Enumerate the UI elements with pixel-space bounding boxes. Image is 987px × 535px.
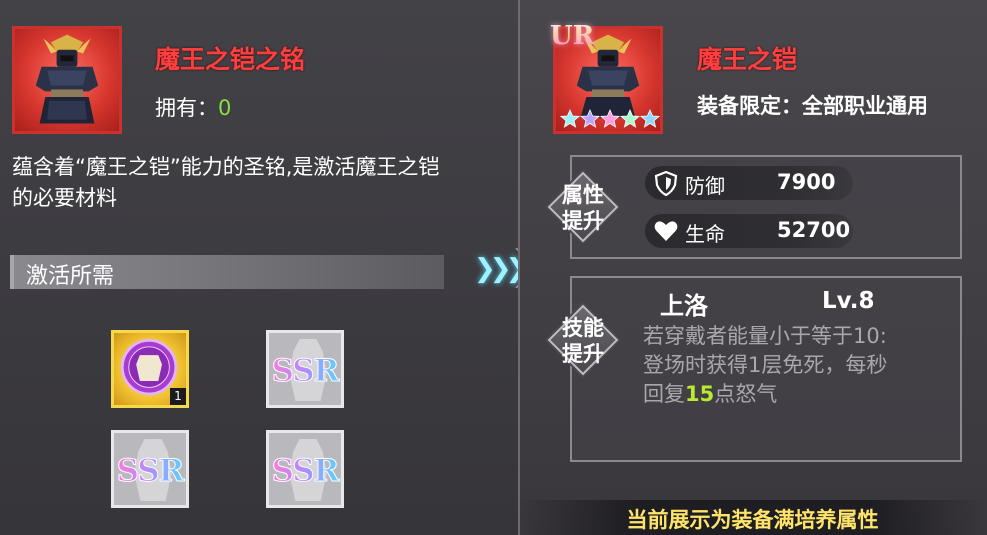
skill-level: Lv.8 <box>822 288 875 314</box>
footer-note-bar: 当前展示为装备满培养属性 <box>518 500 987 535</box>
star-rating <box>560 109 660 129</box>
star-icon <box>560 109 580 128</box>
stat-value: 52700 <box>777 218 851 242</box>
equipment-item-icon[interactable]: UR <box>550 21 663 134</box>
footer-note: 当前展示为装备满培养属性 <box>626 508 879 532</box>
stat-defense: 防御 7900 <box>645 166 853 200</box>
star-icon <box>640 109 660 128</box>
attribute-section-label: 属性 提升 <box>548 182 618 234</box>
limit-value: 全部职业通用 <box>802 94 928 118</box>
skill-label-line1: 技能 <box>562 316 604 340</box>
attribute-label-line2: 提升 <box>562 209 604 233</box>
skill-desc-text: 回复 <box>643 382 685 406</box>
material-description: 蕴含着“魔王之铠”能力的圣铭,是激活魔王之铠的必要材料 <box>12 155 440 210</box>
requirement-slot-ssr[interactable]: SSR <box>111 430 189 508</box>
skill-section-badge: 技能 提升 <box>547 304 619 376</box>
star-icon <box>600 109 620 128</box>
shield-icon <box>654 170 678 196</box>
stat-value: 7900 <box>777 170 836 194</box>
own-count-row: 拥有：0 <box>155 92 231 122</box>
requirement-slot-ssr[interactable]: SSR <box>266 330 344 408</box>
slot-count: 1 <box>170 388 186 405</box>
skill-label-line2: 提升 <box>562 342 604 366</box>
samurai-armor-icon <box>35 34 99 124</box>
requirements-title: 激活所需 <box>26 264 115 289</box>
rarity-badge: UR <box>550 21 595 51</box>
limit-label: 装备限定： <box>697 94 802 118</box>
skill-desc-line: 若穿戴者能量小于等于10: <box>643 324 887 348</box>
requirements-header: 激活所需 <box>10 255 444 289</box>
requirement-slot-ssr[interactable]: SSR <box>266 430 344 508</box>
star-icon <box>580 109 600 128</box>
skill-description: 若穿戴者能量小于等于10: 登场时获得1层免死，每秒 回复15点怒气 <box>643 322 953 409</box>
ssr-label: SSR <box>269 353 341 390</box>
material-title: 魔王之铠之铭 <box>155 45 306 74</box>
skill-desc-text: 点怒气 <box>714 382 778 406</box>
attribute-section-badge: 属性 提升 <box>547 171 619 243</box>
skill-desc-line: 回复15点怒气 <box>643 380 953 409</box>
skill-desc-line: 登场时获得1层免死，每秒 <box>643 353 888 377</box>
skill-section-label: 技能 提升 <box>548 315 618 367</box>
skill-highlight-value: 15 <box>685 382 715 406</box>
ssr-label: SSR <box>269 453 341 490</box>
star-icon <box>620 109 640 128</box>
own-label: 拥有： <box>155 96 218 120</box>
ssr-label: SSR <box>114 453 186 490</box>
material-item-icon[interactable] <box>12 26 122 134</box>
equipment-limit-row: 装备限定：全部职业通用 <box>697 90 928 120</box>
stat-name: 生命 <box>685 222 725 246</box>
attribute-label-line1: 属性 <box>562 183 604 207</box>
requirement-slot-item[interactable]: 1 <box>111 330 189 408</box>
heart-icon <box>654 221 678 241</box>
stat-name: 防御 <box>685 174 725 198</box>
equipment-title: 魔王之铠 <box>697 45 798 74</box>
skill-name: 上洛 <box>660 292 708 320</box>
own-count: 0 <box>218 96 232 120</box>
stat-hp: 生命 52700 <box>645 214 853 248</box>
